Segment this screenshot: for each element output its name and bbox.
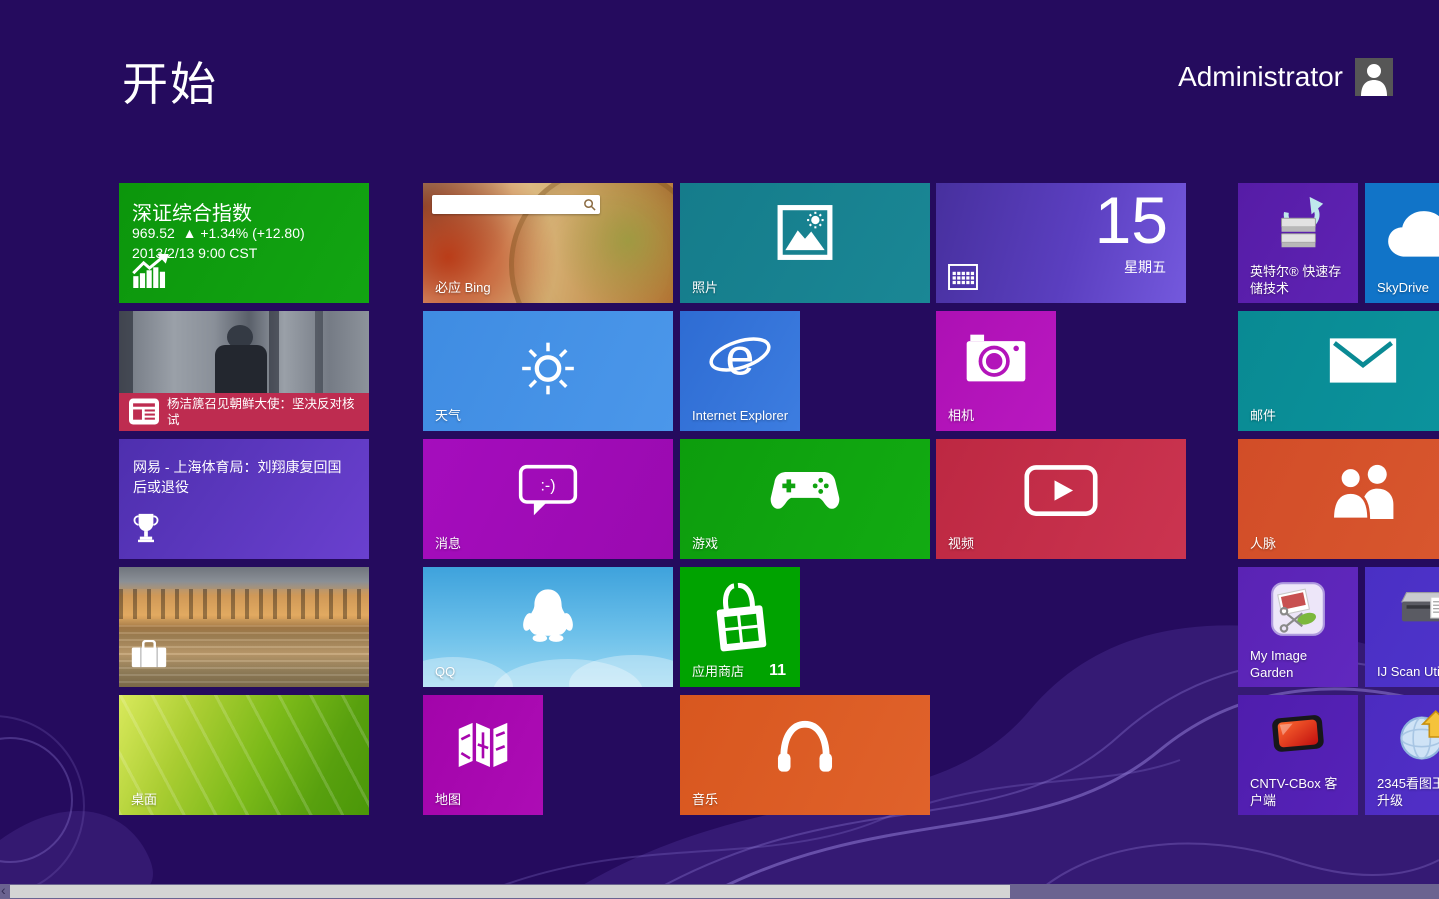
tile-ij-scan-utility[interactable]: IJ Scan Utility [1365,567,1439,687]
svg-text:e: e [726,329,755,387]
tile-cntv-cbox[interactable]: CNTV-CBox 客户端 [1238,695,1358,815]
scroll-left-arrow[interactable]: ‹ [1,882,6,899]
bar-chart-icon [131,254,171,293]
sun-icon [517,338,579,405]
messages-label: 消息 [435,535,663,552]
image-garden-icon [1270,581,1326,642]
tile-my-image-garden[interactable]: My Image Garden [1238,567,1358,687]
tile-video[interactable]: 视频 [936,439,1186,559]
bing-search-input[interactable] [432,195,600,214]
stock-change: ▲ +1.34% (+12.80) [183,225,305,241]
tv-icon [1269,709,1327,764]
play-icon [1024,465,1098,522]
tile-intel-rapid-storage[interactable]: 英特尔® 快速存储技术 [1238,183,1358,303]
tile-skydrive[interactable]: SkyDrive [1365,183,1439,303]
page-title: 开始 [122,48,218,114]
calendar-icon [948,264,978,295]
search-icon [583,198,596,211]
mail-label: 邮件 [1250,407,1439,424]
desktop-label: 桌面 [131,791,359,808]
suitcase-icon [131,640,167,673]
cloud-icon [1383,209,1439,266]
headphones-icon [774,719,836,780]
tile-photos[interactable]: 照片 [680,183,930,303]
date-day: 15 [1095,185,1168,255]
games-label: 游戏 [692,535,920,552]
map-icon [454,719,512,776]
qq-label: QQ [435,663,663,680]
tile-qq[interactable]: QQ [423,567,673,687]
people-label: 人脉 [1250,535,1439,552]
photo-frame-icon [776,204,834,267]
tile-netease-news[interactable]: 网易 - 上海体育局：刘翔康复回国后或退役 [119,439,369,559]
music-label: 音乐 [692,791,920,808]
user-tile[interactable]: Administrator [1178,58,1393,96]
date-weekday: 星期五 [1124,257,1166,277]
tile-stock-index[interactable]: 深证综合指数 969.52 ▲ +1.34% (+12.80) 2013/2/1… [119,183,369,303]
tile-internet-explorer[interactable]: e Internet Explorer [680,311,800,431]
tile-people[interactable]: 人脉 [1238,439,1439,559]
news-headline: 杨洁篪召见朝鲜大使：坚决反对核试 [167,396,361,428]
tile-store[interactable]: 应用商店 11 [680,567,800,687]
user-name: Administrator [1178,61,1343,93]
trophy-icon [131,512,161,549]
skydrive-label: SkyDrive [1377,279,1439,296]
scanner-icon [1395,585,1439,642]
weather-label: 天气 [435,407,663,424]
video-label: 视频 [948,535,1176,552]
ie-icon: e [708,327,772,392]
camera-label: 相机 [948,407,1046,424]
tile-maps[interactable]: 地图 [423,695,543,815]
penguin-icon [516,588,580,651]
maps-label: 地图 [435,791,533,808]
storage-drives-icon [1267,195,1329,260]
store-bag-icon [698,578,782,667]
tile-2345-upgrade[interactable]: 2345看图王版本升级 [1365,695,1439,815]
tile-bing[interactable]: 必应 Bing [423,183,673,303]
camera-icon [963,333,1029,390]
photos-label: 照片 [692,279,920,296]
ie-label: Internet Explorer [692,407,790,424]
store-label: 应用商店 [692,663,764,680]
upgrade-2345-label: 2345看图王版本升级 [1377,775,1439,809]
chat-icon: :-) [518,464,578,523]
tile-camera[interactable]: 相机 [936,311,1056,431]
envelope-icon [1328,336,1398,391]
cntv-label: CNTV-CBox 客户端 [1250,775,1348,809]
tile-travel[interactable] [119,567,369,687]
svg-text::-): :-) [541,478,556,495]
intel-label: 英特尔® 快速存储技术 [1250,263,1348,297]
store-badge: 11 [769,662,786,680]
user-avatar-icon[interactable] [1355,58,1393,96]
tile-messages[interactable]: :-) 消息 [423,439,673,559]
scrollbar-thumb[interactable] [10,885,1010,898]
bing-label: 必应 Bing [435,279,663,296]
netease-headline: 网易 - 上海体育局：刘翔康复回国后或退役 [133,457,347,497]
my-image-garden-label: My Image Garden [1250,647,1348,681]
tile-weather[interactable]: 天气 [423,311,673,431]
stock-title: 深证综合指数 [132,197,252,226]
tile-news[interactable]: 杨洁篪召见朝鲜大使：坚决反对核试 [119,311,369,431]
globe-up-icon [1397,709,1439,770]
tile-music[interactable]: 音乐 [680,695,930,815]
people-icon [1325,462,1401,525]
news-photo [119,311,369,393]
gamepad-icon [768,468,842,519]
ij-scan-label: IJ Scan Utility [1377,663,1439,680]
horizontal-scrollbar[interactable]: ‹ [0,884,1439,899]
tile-desktop[interactable]: 桌面 [119,695,369,815]
tile-mail[interactable]: 邮件 [1238,311,1439,431]
stock-value: 969.52 [132,225,175,241]
tile-games[interactable]: 游戏 [680,439,930,559]
newspaper-icon [129,398,159,425]
tile-calendar-date[interactable]: 15 星期五 [936,183,1186,303]
